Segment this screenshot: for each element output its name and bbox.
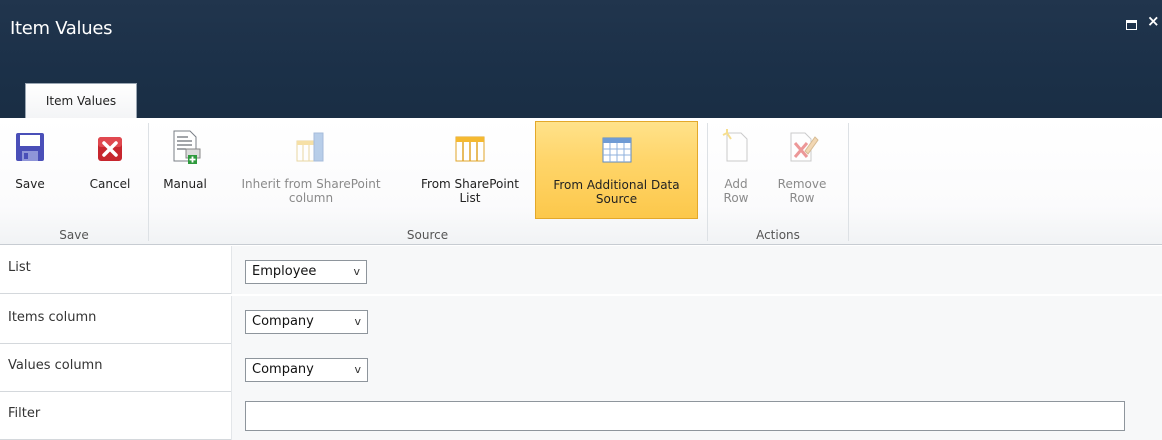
cancel-button[interactable]: Cancel (80, 121, 140, 217)
chevron-down-icon: v (354, 315, 361, 328)
manual-button-label: Manual (163, 177, 207, 191)
column-icon (296, 132, 324, 162)
values-column-select-value: Company (252, 362, 314, 377)
remove-row-label-line2: Row (789, 191, 815, 205)
tab-item-values[interactable]: Item Values (25, 83, 137, 119)
maximize-icon[interactable] (1126, 20, 1137, 30)
add-row-icon (722, 129, 748, 162)
inherit-button-label-line1: Inherit from SharePoint (241, 177, 381, 191)
table-icon (602, 137, 631, 163)
add-row-label-line1: Add (724, 177, 748, 191)
add-row-button[interactable]: Add Row (716, 121, 756, 217)
form-row-values-column: Values column Company v (0, 344, 1162, 392)
items-column-label: Items column (0, 296, 232, 344)
form-row-filter: Filter (0, 392, 1162, 440)
floppy-disk-icon (16, 133, 44, 161)
save-button-label: Save (15, 177, 45, 191)
ribbon-group-actions: Add Row Remove Row Actions (708, 118, 848, 245)
list-icon (455, 136, 485, 162)
from-list-label-line2: List (459, 191, 481, 205)
ribbon-group-save: Save Cancel Save (0, 118, 148, 245)
remove-row-button[interactable]: Remove Row (774, 121, 830, 217)
values-column-select[interactable]: Company v (245, 358, 368, 382)
inherit-button-label-line2: column (288, 191, 334, 205)
values-column-label: Values column (0, 344, 232, 392)
ribbon-group-label-source: Source (406, 228, 449, 242)
list-select[interactable]: Employee v (245, 260, 367, 284)
form-row-list: List Employee v (0, 246, 1162, 294)
ribbon-group-source: Manual Inherit from SharePoint column Fr… (149, 118, 706, 245)
ribbon: Save Cancel Save Manual Inherit from Sha… (0, 118, 1162, 245)
add-row-label-line2: Row (723, 191, 749, 205)
remove-row-icon (790, 132, 819, 162)
additional-source-label-line1: From Additional Data (553, 178, 680, 192)
remove-row-label-line1: Remove (777, 177, 827, 191)
from-sharepoint-list-button[interactable]: From SharePoint List (405, 121, 535, 217)
ribbon-separator (848, 123, 849, 241)
list-select-value: Employee (252, 264, 317, 279)
save-button[interactable]: Save (10, 121, 50, 217)
window-title: Item Values (10, 18, 113, 39)
inherit-from-sharepoint-column-button[interactable]: Inherit from SharePoint column (221, 121, 401, 217)
close-icon[interactable]: × (1147, 14, 1160, 29)
red-x-cancel-icon (98, 137, 122, 161)
ribbon-group-label-save: Save (59, 228, 89, 242)
filter-input[interactable] (245, 401, 1125, 431)
ribbon-group-label-actions: Actions (756, 228, 800, 242)
chevron-down-icon: v (354, 363, 361, 376)
list-label: List (0, 246, 232, 294)
title-bar: Item Values × Item Values (0, 0, 1162, 119)
filter-label: Filter (0, 392, 232, 440)
cancel-button-label: Cancel (89, 177, 131, 191)
chevron-down-icon: v (353, 265, 360, 278)
items-column-select[interactable]: Company v (245, 310, 368, 334)
additional-source-label-line2: Source (595, 192, 638, 206)
form-row-items-column: Items column Company v (0, 296, 1162, 344)
manual-entry-icon (173, 130, 201, 164)
manual-button[interactable]: Manual (154, 121, 216, 217)
from-additional-data-source-button[interactable]: From Additional Data Source (535, 121, 698, 219)
from-list-label-line1: From SharePoint (421, 177, 519, 191)
items-column-select-value: Company (252, 314, 314, 329)
